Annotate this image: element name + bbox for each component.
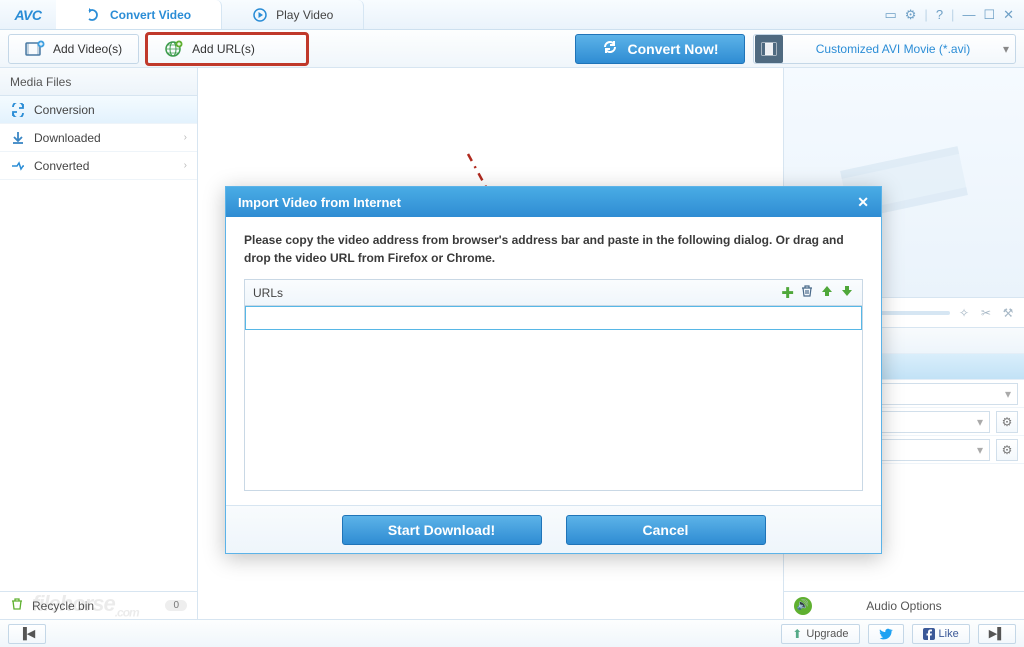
chevron-down-icon: ▾ [1005,387,1011,401]
tab-play-video[interactable]: Play Video [222,0,364,29]
sidebar-item-conversion[interactable]: Conversion [0,96,197,124]
convert-icon [86,7,102,23]
chevron-down-icon: ▾ [977,415,983,429]
converted-icon [10,158,26,174]
add-urls-button[interactable]: Add URL(s) [147,34,307,64]
url-delete-icon[interactable] [800,284,814,302]
chevron-right-icon: › [184,160,187,171]
url-add-icon[interactable]: ✚ [781,284,794,302]
help-icon[interactable]: ? [936,7,943,22]
trash-icon [10,597,24,614]
sidebar-item-converted[interactable]: Converted › [0,152,197,180]
audio-icon: 🔊 [794,597,812,615]
url-move-down-icon[interactable] [840,284,854,302]
maximize-icon[interactable]: ☐ [983,7,995,23]
tab-label: Play Video [276,8,333,22]
audio-options-button[interactable]: 🔊 Audio Options [784,591,1024,619]
output-format-selector[interactable]: Customized AVI Movie (*.avi) ▾ [753,34,1016,64]
sidebar: Media Files Conversion Downloaded › Conv… [0,68,198,619]
panel-toggle-left[interactable]: ▐◀ [8,624,46,644]
url-move-up-icon[interactable] [820,284,834,302]
cut-icon[interactable]: ✂ [978,305,994,321]
facebook-like-button[interactable]: Like [912,624,970,644]
facebook-icon [923,628,935,640]
sidebar-item-downloaded[interactable]: Downloaded › [0,124,197,152]
upgrade-button[interactable]: ⬆ Upgrade [781,624,859,644]
chevron-down-icon: ▾ [997,42,1015,56]
settings-icon[interactable]: ⚙ [905,7,917,23]
panel-toggle-right[interactable]: ▶▌ [978,624,1016,644]
toolbar: Add Video(s) Add URL(s) Convert Now! Cus… [0,30,1024,68]
upgrade-icon: ⬆ [792,627,802,641]
urls-label: URLs [253,286,283,300]
twitter-button[interactable] [868,624,904,644]
format-label: Customized AVI Movie (*.avi) [789,42,997,56]
conversion-icon [10,102,26,118]
url-list-box: URLs ✚ [244,279,863,491]
crop-icon[interactable]: ✧ [956,305,972,321]
titlebar: AVC Convert Video Play Video ▭ ⚙ | ? | —… [0,0,1024,30]
download-icon [10,130,26,146]
audio-options-label: Audio Options [866,599,941,613]
close-icon[interactable]: ✕ [1003,7,1014,23]
url-list-header: URLs ✚ [245,280,862,306]
dialog-instructions: Please copy the video address from brows… [244,231,863,267]
minimize-icon[interactable]: — [962,7,975,22]
option-gear-2[interactable]: ⚙ [996,411,1018,433]
globe-plus-icon [164,39,184,59]
sidebar-item-label: Downloaded [34,131,101,145]
watermark: filehorse.com [32,591,139,619]
chevron-right-icon: › [184,132,187,143]
dialog-titlebar[interactable]: Import Video from Internet ✕ [226,187,881,217]
dialog-title: Import Video from Internet [238,195,401,210]
sidebar-item-label: Conversion [34,103,95,117]
film-plus-icon [25,39,45,59]
add-videos-button[interactable]: Add Video(s) [8,34,139,64]
convert-now-button[interactable]: Convert Now! [575,34,745,64]
tab-label: Convert Video [110,8,191,22]
tools-icon[interactable]: ⚒ [1000,305,1016,321]
dialog-actions: Start Download! Cancel [226,505,881,553]
button-label: Add URL(s) [192,42,255,56]
twitter-icon [879,627,893,641]
sidebar-header: Media Files [0,68,197,96]
cancel-button[interactable]: Cancel [566,515,766,545]
tab-convert-video[interactable]: Convert Video [56,0,222,29]
window-controls: ▭ ⚙ | ? | — ☐ ✕ [874,0,1024,29]
start-download-button[interactable]: Start Download! [342,515,542,545]
film-icon [755,35,783,63]
recycle-count: 0 [165,600,187,611]
statusbar: ▐◀ ⬆ Upgrade Like ▶▌ [0,619,1024,647]
url-input[interactable] [245,306,862,330]
sidebar-item-label: Converted [34,159,89,173]
button-label: Convert Now! [628,41,719,57]
import-url-dialog: Import Video from Internet ✕ Please copy… [225,186,882,554]
dialog-close-icon[interactable]: ✕ [857,194,869,211]
play-icon [252,7,268,23]
url-list-area[interactable] [245,330,862,490]
refresh-icon [602,39,618,58]
app-logo: AVC [0,0,56,29]
button-label: Add Video(s) [53,42,122,56]
chevron-down-icon: ▾ [977,443,983,457]
option-gear-3[interactable]: ⚙ [996,439,1018,461]
card-icon[interactable]: ▭ [884,7,896,23]
